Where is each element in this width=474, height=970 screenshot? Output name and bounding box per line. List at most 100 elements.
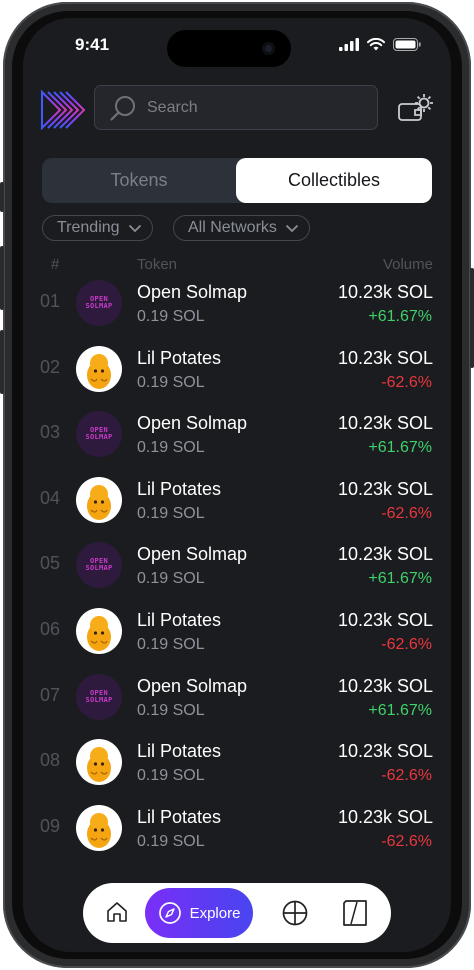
volume-value: 10.23k SOL — [337, 282, 433, 302]
tab-collectibles[interactable]: Collectibles — [236, 158, 432, 203]
search-icon — [110, 95, 135, 121]
floor-price: 0.19 SOL — [137, 308, 205, 325]
change-percent: +61.67% — [368, 439, 432, 457]
trending-filter-label: Trending — [57, 219, 120, 236]
chevron-down-icon — [128, 224, 141, 232]
avatar — [76, 345, 122, 392]
row-rank: 08 — [40, 750, 61, 771]
collection-name: Lil Potates — [137, 610, 222, 630]
row-rank: 03 — [40, 422, 61, 443]
collection-name: Lil Potates — [137, 741, 222, 762]
change-percent: -62.6% — [381, 636, 432, 653]
row-rank: 02 — [40, 356, 61, 377]
side-button-volume-up — [0, 246, 4, 310]
avatar: OPEN SOLMAP — [76, 280, 122, 326]
list-item[interactable]: 04 Lil Potates 0.19 SOL 10.23k SOL -62.6% — [23, 467, 451, 533]
volume-value: 10.23k SOL — [337, 806, 433, 827]
list-item[interactable]: 09 Lil Potates 0.19 SOL 10.23k SOL -62.6% — [23, 795, 451, 861]
change-percent: -62.6% — [381, 767, 432, 785]
list-item[interactable]: 03 OPEN SOLMAP Open Solmap 0.19 SOL 10.23k SO… — [23, 401, 451, 467]
row-rank: 04 — [40, 487, 61, 508]
crosshair-icon[interactable] — [281, 899, 309, 927]
floor-price: 0.19 SOL — [137, 767, 205, 785]
status-time: 9:41 — [75, 35, 110, 54]
avatar: OPEN SOLMAP — [76, 673, 122, 720]
potato-avatar-icon — [87, 616, 111, 651]
change-percent: +61.67% — [368, 308, 432, 325]
network-filter-dropdown[interactable]: All Networks — [173, 215, 310, 241]
floor-price: 0.19 SOL — [137, 570, 205, 588]
open-solmap-avatar-text: OPEN SOLMAP — [85, 426, 113, 442]
avatar — [76, 608, 122, 654]
camera-icon — [262, 42, 275, 55]
open-solmap-avatar-text: OPEN SOLMAP — [85, 295, 113, 310]
floor-price: 0.19 SOL — [137, 373, 205, 391]
home-icon[interactable] — [105, 900, 129, 924]
open-solmap-avatar-text: OPEN SOLMAP — [85, 557, 113, 573]
change-percent: -62.6% — [381, 504, 432, 522]
change-percent: -62.6% — [381, 832, 432, 850]
tab-tokens[interactable]: Tokens — [42, 158, 236, 203]
potato-avatar-icon — [87, 747, 111, 783]
explore-label: Explore — [189, 904, 241, 922]
app-screen: 9:41 Search Tokens Collectibles Trending… — [23, 18, 451, 952]
avatar — [76, 476, 122, 523]
volume-value: 10.23k SOL — [337, 610, 433, 630]
side-button-volume-down — [0, 330, 4, 394]
list-item[interactable]: 01 OPEN SOLMAP Open Solmap 0.19 SOL 10.23k SO… — [23, 270, 451, 336]
search-placeholder: Search — [147, 98, 198, 116]
row-rank: 06 — [40, 619, 61, 639]
avatar: OPEN SOLMAP — [76, 542, 122, 589]
potato-avatar-icon — [87, 353, 111, 389]
wallet-settings-icon[interactable] — [397, 92, 435, 124]
potato-avatar-icon — [87, 484, 111, 520]
collection-name: Open Solmap — [137, 675, 248, 696]
list-item[interactable]: 07 OPEN SOLMAP Open Solmap 0.19 SOL 10.23k SO… — [23, 664, 451, 730]
volume-value: 10.23k SOL — [337, 347, 433, 368]
floor-price: 0.19 SOL — [137, 504, 205, 522]
network-filter-label: All Networks — [188, 219, 277, 236]
collection-name: Open Solmap — [137, 544, 248, 565]
side-button-mute — [0, 182, 4, 212]
row-rank: 09 — [40, 815, 61, 836]
collection-name: Lil Potates — [137, 347, 222, 368]
volume-value: 10.23k SOL — [337, 413, 433, 434]
avatar — [76, 804, 122, 851]
volume-value: 10.23k SOL — [337, 675, 433, 696]
chevron-down-icon — [285, 224, 299, 232]
row-rank: 01 — [40, 291, 61, 311]
volume-value: 10.23k SOL — [337, 741, 433, 762]
signal-icon — [339, 38, 359, 51]
side-button-power — [470, 268, 474, 368]
card-icon[interactable] — [342, 899, 368, 927]
change-percent: +61.67% — [368, 701, 432, 719]
volume-value: 10.23k SOL — [337, 478, 433, 499]
segmented-control: Tokens Collectibles — [42, 158, 432, 203]
change-percent: -62.6% — [381, 373, 432, 391]
change-percent: +61.67% — [368, 570, 432, 588]
collection-name: Lil Potates — [137, 806, 222, 827]
open-solmap-avatar-text: OPEN SOLMAP — [85, 688, 113, 704]
volume-value: 10.23k SOL — [337, 544, 433, 565]
row-rank: 07 — [40, 684, 61, 705]
list-item[interactable]: 08 Lil Potates 0.19 SOL 10.23k SOL -62.6% — [23, 729, 451, 795]
collection-name: Open Solmap — [137, 413, 248, 434]
collection-name: Lil Potates — [137, 478, 222, 499]
wifi-icon — [367, 38, 385, 51]
potato-avatar-icon — [87, 812, 111, 848]
list-item[interactable]: 02 Lil Potates 0.19 SOL 10.23k SOL -62.6% — [23, 336, 451, 402]
list-item[interactable]: 06 Lil Potates 0.19 SOL 10.23k SOL -62.6% — [23, 598, 451, 664]
row-rank: 05 — [40, 553, 61, 574]
floor-price: 0.19 SOL — [137, 636, 205, 653]
bottom-nav: Explore — [83, 883, 391, 943]
dynamic-island — [167, 30, 291, 67]
trending-filter-dropdown[interactable]: Trending — [42, 215, 153, 241]
collection-name: Open Solmap — [137, 282, 248, 302]
avatar: OPEN SOLMAP — [76, 411, 122, 458]
floor-price: 0.19 SOL — [137, 439, 205, 457]
search-input[interactable]: Search — [94, 85, 378, 130]
explore-button[interactable]: Explore — [145, 888, 253, 938]
floor-price: 0.19 SOL — [137, 832, 205, 850]
status-icons — [339, 38, 421, 51]
list-item[interactable]: 05 OPEN SOLMAP Open Solmap 0.19 SOL 10.23k SO… — [23, 532, 451, 598]
